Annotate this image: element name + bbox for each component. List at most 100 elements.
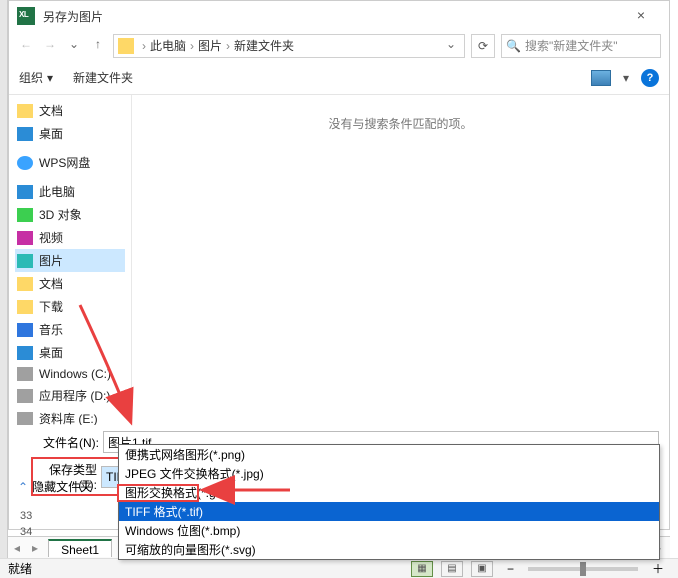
filetype-option[interactable]: TIFF 格式(*.tif) [119, 502, 659, 521]
dialog-title: 另存为图片 [43, 8, 621, 25]
new-folder-button[interactable]: 新建文件夹 [73, 69, 133, 86]
fold-icon [17, 277, 33, 291]
caret-down-icon: ▾ [47, 71, 53, 85]
breadcrumb-path[interactable]: › 此电脑 › 图片 › 新建文件夹 ⌄ [113, 34, 465, 58]
chevron-up-icon: ⌃ [18, 480, 28, 494]
search-icon: 🔍 [506, 39, 521, 53]
folder-tree[interactable]: 文档桌面WPS网盘此电脑3D 对象视频图片文档下载音乐桌面Windows (C:… [9, 95, 131, 425]
file-list-pane: 没有与搜索条件匹配的项。 [131, 95, 669, 425]
desk-icon [17, 346, 33, 360]
filetype-option[interactable]: Windows 位图(*.bmp) [119, 521, 659, 540]
empty-state-text: 没有与搜索条件匹配的项。 [328, 115, 472, 132]
breadcrumb-sep: › [186, 39, 198, 53]
tree-item[interactable]: 文档 [15, 272, 125, 295]
tree-item-label: 文档 [39, 102, 63, 119]
close-icon[interactable]: × [621, 2, 661, 30]
tree-item[interactable]: 桌面 [15, 122, 125, 145]
tree-item[interactable]: Windows (C:) [15, 364, 125, 384]
up-button[interactable]: ↑ [89, 37, 107, 55]
tree-item-label: 文档 [39, 275, 63, 292]
obj3d-icon [17, 208, 33, 222]
status-ready: 就绪 [8, 560, 32, 577]
tree-item[interactable]: 音乐 [15, 318, 125, 341]
breadcrumb-sep: › [138, 39, 150, 53]
tree-item-label: 视频 [39, 229, 63, 246]
tab-nav-last[interactable]: ▸ [30, 541, 40, 555]
hide-folders-label: 隐藏文件夹 [32, 478, 92, 495]
tree-item-label: 此电脑 [39, 183, 75, 200]
pic-icon [17, 254, 33, 268]
dialog-titlebar: 另存为图片 × [9, 1, 669, 31]
search-input[interactable]: 🔍 搜索"新建文件夹" [501, 34, 661, 58]
tree-item-label: 音乐 [39, 321, 63, 338]
filetype-option[interactable]: JPEG 文件交换格式(*.jpg) [119, 464, 659, 483]
organize-label: 组织 [19, 69, 43, 86]
tree-item-label: 下载 [39, 298, 63, 315]
fold-icon [17, 104, 33, 118]
help-icon[interactable]: ? [641, 69, 659, 87]
pc-icon [17, 185, 33, 199]
view-caret-icon[interactable]: ▾ [623, 71, 629, 85]
hdd-icon [17, 412, 33, 426]
tab-nav-first[interactable]: ◂ [12, 541, 22, 555]
row-number[interactable]: 33 [20, 510, 32, 522]
view-mode-button[interactable] [591, 70, 611, 86]
zoom-knob[interactable] [580, 562, 586, 576]
breadcrumb-sep: › [222, 39, 234, 53]
back-button[interactable]: ← [17, 37, 35, 55]
tree-item[interactable]: 此电脑 [15, 180, 125, 203]
search-placeholder: 搜索"新建文件夹" [525, 37, 618, 54]
dialog-body: 文档桌面WPS网盘此电脑3D 对象视频图片文档下载音乐桌面Windows (C:… [9, 95, 669, 425]
wps-icon [17, 156, 33, 170]
breadcrumb-seg[interactable]: 图片 [198, 37, 222, 54]
folder-icon [118, 38, 134, 54]
tree-item[interactable]: 应用程序 (D:) [15, 384, 125, 407]
dialog-toolbar: 组织 ▾ 新建文件夹 ▾ ? [9, 61, 669, 95]
status-bar: 就绪 ▦ ▤ ▣ − ＋ [0, 558, 678, 578]
breadcrumb-seg[interactable]: 新建文件夹 [234, 37, 294, 54]
tree-item-label: 桌面 [39, 125, 63, 142]
tree-item-label: Windows (C:) [39, 367, 111, 381]
recent-caret[interactable]: ⌄ [65, 37, 83, 55]
zoom-in-button[interactable]: ＋ [646, 560, 670, 577]
tree-item-label: 资料库 (E:) [39, 410, 98, 425]
sheet-tab[interactable]: Sheet1 [48, 539, 112, 557]
tree-item[interactable]: 下载 [15, 295, 125, 318]
excel-row-header-strip [0, 0, 8, 560]
path-caret[interactable]: ⌄ [442, 37, 460, 55]
tree-item-label: 应用程序 (D:) [39, 387, 110, 404]
hdd-icon [17, 389, 33, 403]
desk-icon [17, 127, 33, 141]
fold-icon [17, 300, 33, 314]
tree-item[interactable]: 图片 [15, 249, 125, 272]
tree-item[interactable]: 视频 [15, 226, 125, 249]
hide-folders-toggle[interactable]: ⌃ 隐藏文件夹 [18, 478, 92, 495]
navigation-bar: ← → ⌄ ↑ › 此电脑 › 图片 › 新建文件夹 ⌄ ⟳ 🔍 搜索"新建文件… [9, 31, 669, 61]
zoom-out-button[interactable]: − [501, 562, 520, 576]
filename-label[interactable]: 文件名(N): [35, 434, 103, 451]
forward-button[interactable]: → [41, 37, 59, 55]
tree-item[interactable]: 资料库 (E:) [15, 407, 125, 425]
tree-item-label: 图片 [39, 252, 63, 269]
filetype-dropdown-list[interactable]: 便携式网络图形(*.png)JPEG 文件交换格式(*.jpg)图形交换格式(*… [118, 444, 660, 560]
tree-item[interactable]: 3D 对象 [15, 203, 125, 226]
breadcrumb-seg[interactable]: 此电脑 [150, 37, 186, 54]
tree-item[interactable]: WPS网盘 [15, 151, 125, 174]
view-layout-button[interactable]: ▤ [441, 561, 463, 577]
refresh-button[interactable]: ⟳ [471, 34, 495, 58]
view-pagebreak-button[interactable]: ▣ [471, 561, 493, 577]
mus-icon [17, 323, 33, 337]
filetype-option[interactable]: 便携式网络图形(*.png) [119, 445, 659, 464]
zoom-slider[interactable] [528, 567, 638, 571]
vid-icon [17, 231, 33, 245]
excel-app-icon [17, 7, 35, 25]
view-normal-button[interactable]: ▦ [411, 561, 433, 577]
hdd-icon [17, 367, 33, 381]
tree-item[interactable]: 文档 [15, 99, 125, 122]
filetype-option[interactable]: 可缩放的向量图形(*.svg) [119, 540, 659, 559]
tree-item-label: WPS网盘 [39, 154, 90, 171]
organize-button[interactable]: 组织 ▾ [19, 69, 53, 86]
tree-item-label: 桌面 [39, 344, 63, 361]
tree-item[interactable]: 桌面 [15, 341, 125, 364]
filetype-option[interactable]: 图形交换格式(*.gif) [119, 483, 659, 502]
